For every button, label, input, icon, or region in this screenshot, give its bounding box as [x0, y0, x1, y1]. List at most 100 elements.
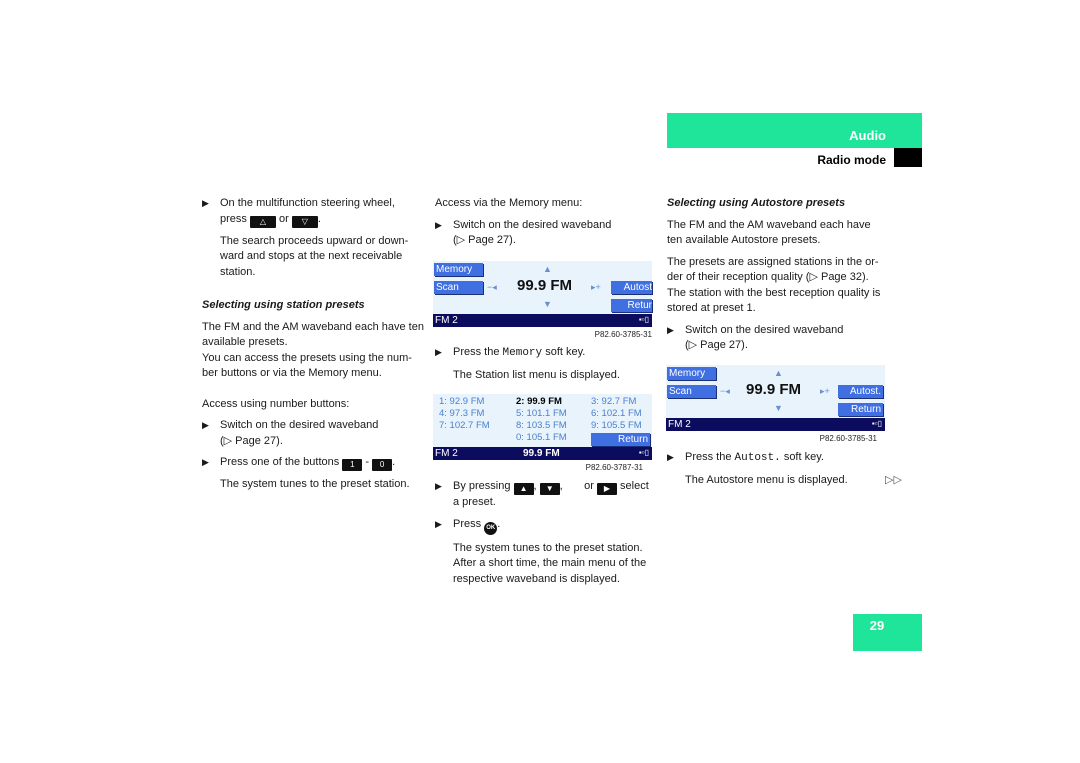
step-result: The system tunes to the preset station. … — [453, 541, 647, 585]
figure-caption: P82.60-3787-31 — [585, 463, 643, 472]
preset-item[interactable]: 9: 105.5 FM — [591, 420, 642, 431]
radio-display-main: Memory Scan Autost Retur ▲ ▼ −◂ ▸+ 99.9 … — [433, 261, 652, 327]
step-press-number: ▶ Press one of the buttons 1 - 0. — [202, 456, 396, 471]
paragraph: The FM and the AM waveband each have ten… — [667, 218, 871, 247]
signal-strength-icon: ▪▫▯ — [638, 448, 649, 457]
step-result: The system tunes to the preset station. — [220, 478, 410, 490]
status-bar: FM 2 ▪▫▯ — [666, 418, 885, 431]
column-2-steps: ▶ By pressing ▲, ▼, or ▶ select a preset… — [435, 479, 657, 593]
up-key-icon: ▲ — [513, 483, 534, 495]
step-press-ok: ▶ Press OK. — [435, 517, 657, 535]
step-result: The Station list menu is displayed. — [453, 368, 620, 381]
page-reference-link[interactable]: (▷ Page 27). — [685, 339, 748, 351]
up-arrow-key-icon: △ — [249, 215, 276, 228]
bullet-icon: ▶ — [435, 347, 442, 357]
bullet-icon: ▶ — [435, 518, 442, 529]
softkey-autostore[interactable]: Autost — [611, 281, 652, 294]
step-switch-waveband: ▶ Switch on the desired waveband (▷ Page… — [667, 323, 844, 352]
page-reference-link[interactable]: (▷ Page 27). — [453, 234, 516, 246]
access-label: Access via the Memory menu: — [435, 197, 583, 209]
step-press-memory: ▶ Press the Memory soft key. — [435, 346, 586, 359]
softkey-name: Memory — [502, 347, 543, 359]
down-arrow-icon: ▼ — [543, 299, 552, 309]
status-bar: FM 2 ▪▫▯ — [433, 314, 652, 327]
softkey-return[interactable]: Retur — [611, 299, 652, 312]
column-2-continued: ▶ Press the Memory soft key. The Station… — [435, 345, 657, 389]
preset-item[interactable]: 4: 97.3 FM — [439, 408, 484, 419]
seek-down-icon: −◂ — [720, 386, 730, 396]
figure-caption: P82.60-3785-31 — [819, 434, 877, 443]
preset-item[interactable]: 2: 99.9 FM — [516, 396, 562, 407]
column-3: Selecting using Autostore presets The FM… — [667, 196, 887, 360]
access-label: Access using number buttons: — [202, 397, 350, 410]
bullet-icon: ▶ — [435, 219, 442, 230]
bullet-icon: ▶ — [202, 198, 209, 208]
bullet-icon: ▶ — [667, 452, 674, 462]
bullet-icon: ▶ — [202, 457, 209, 467]
continued-icon: ▷▷ — [885, 473, 902, 486]
ok-button-icon: OK — [484, 521, 498, 535]
right-key-icon: ▶ — [596, 483, 617, 495]
heading-station-presets: Selecting using station presets — [202, 299, 365, 311]
column-2: Access via the Memory menu: ▶ Switch on … — [435, 196, 657, 255]
frequency-display: 99.9 FM — [746, 381, 802, 398]
preset-item[interactable]: 3: 92.7 FM — [591, 396, 636, 407]
status-bar: FM 2 99.9 FM ▪▫▯ — [433, 447, 652, 460]
softkey-return[interactable]: Return — [591, 433, 650, 446]
number-key-0-icon: 0 — [372, 459, 393, 471]
bullet-icon: ▶ — [667, 324, 674, 335]
step-result: The search proceeds upward or down-ward … — [220, 234, 409, 278]
step-result: The Autostore menu is displayed. ▷▷ — [667, 473, 907, 489]
figure-caption: P82.60-3785-31 — [594, 330, 652, 339]
softkey-autostore[interactable]: Autost. — [838, 385, 883, 398]
bullet-icon: ▶ — [202, 420, 209, 430]
preset-item[interactable]: 7: 102.7 FM — [439, 420, 490, 431]
step-switch-waveband: ▶ Switch on the desired waveband (▷ Page… — [202, 419, 379, 447]
signal-strength-icon: ▪▫▯ — [638, 315, 649, 324]
subsection-title: Radio mode — [817, 153, 886, 167]
preset-item[interactable]: 8: 103.5 FM — [516, 420, 567, 431]
step-steering-wheel: ▶ On the multifunction steering wheel, p… — [202, 197, 395, 228]
softkey-memory[interactable]: Memory — [434, 263, 483, 276]
column-1: ▶ On the multifunction steering wheel, p… — [202, 196, 424, 499]
station-list-display: 1: 92.9 FM 2: 99.9 FM 3: 92.7 FM 4: 97.3 FM… — [433, 394, 652, 460]
softkey-name: Autost. — [734, 452, 781, 464]
up-arrow-icon: ▲ — [774, 368, 783, 378]
current-frequency: 99.9 FM — [523, 448, 560, 459]
step-select-preset: ▶ By pressing ▲, ▼, or ▶ select a preset… — [435, 480, 649, 508]
subsection-marker — [894, 148, 922, 167]
paragraph: The FM and the AM waveband each have ten… — [202, 320, 424, 349]
seek-up-icon: ▸+ — [820, 386, 830, 396]
bullet-icon: ▶ — [435, 481, 442, 491]
column-3-steps: ▶ Press the Autost. soft key. The Autost… — [667, 450, 907, 494]
band-label: FM 2 — [668, 419, 691, 430]
step-press-autostore: ▶ Press the Autost. soft key. — [667, 451, 824, 464]
down-arrow-key-icon: ▽ — [291, 215, 318, 228]
number-key-1-icon: 1 — [342, 459, 363, 471]
softkey-memory[interactable]: Memory — [667, 367, 716, 380]
preset-item[interactable]: 0: 105.1 FM — [516, 432, 567, 443]
page-number: 29 — [869, 618, 885, 633]
down-key-icon: ▼ — [539, 483, 560, 495]
seek-down-icon: −◂ — [487, 282, 497, 292]
radio-display-autostore: Memory Scan Autost. Return ▲ ▼ −◂ ▸+ 99.… — [666, 365, 885, 431]
frequency-display: 99.9 FM — [517, 277, 573, 294]
up-arrow-icon: ▲ — [543, 264, 552, 274]
softkey-scan[interactable]: Scan — [667, 385, 716, 398]
preset-item[interactable]: 5: 101.1 FM — [516, 408, 567, 419]
heading-autostore-presets: Selecting using Autostore presets — [667, 197, 846, 209]
step-switch-waveband: ▶ Switch on the desired waveband (▷ Page… — [435, 218, 612, 247]
softkey-return[interactable]: Return — [838, 403, 883, 416]
softkey-scan[interactable]: Scan — [434, 281, 483, 294]
down-arrow-icon: ▼ — [774, 403, 783, 413]
seek-up-icon: ▸+ — [591, 282, 601, 292]
preset-item[interactable]: 6: 102.1 FM — [591, 408, 642, 419]
paragraph: The presets are assigned stations in the… — [667, 255, 881, 315]
page-reference-link[interactable]: (▷ Page 27). — [220, 435, 283, 447]
signal-strength-icon: ▪▫▯ — [871, 419, 882, 428]
band-label: FM 2 — [435, 448, 458, 459]
paragraph: You can access the presets using the num… — [202, 351, 412, 380]
section-title: Audio — [849, 128, 886, 143]
band-label: FM 2 — [435, 315, 458, 326]
preset-item[interactable]: 1: 92.9 FM — [439, 396, 484, 407]
